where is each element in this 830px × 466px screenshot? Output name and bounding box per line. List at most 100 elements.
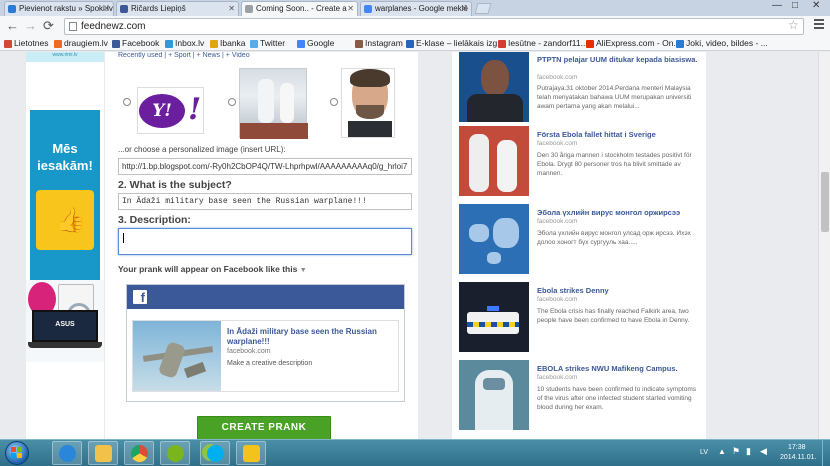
bookmark-aliexpress[interactable]: AliExpress.com - On... (586, 37, 681, 50)
bookmark-gmail[interactable]: Iesūtne - zandorf11... (498, 37, 588, 50)
new-tab-button[interactable] (474, 3, 492, 14)
browser-toolbar: ← → ⟳ feednewz.com (0, 16, 830, 37)
image-radio-portrait[interactable] (330, 98, 338, 106)
image-radio-yahoo[interactable] (123, 98, 131, 106)
windows-taskbar: LV ▲ ⚑ ▮ ◀ 17:38 2014.11.01. (0, 439, 830, 466)
bookmark-ibanka[interactable]: Ibanka (210, 37, 246, 50)
volume-icon[interactable]: ◀ (760, 446, 767, 457)
page-scrollbar[interactable] (818, 52, 830, 439)
bookmark-label: Joki, video, bildes - ... (686, 38, 768, 48)
taskbar-internet-explorer[interactable] (52, 441, 82, 465)
tab-google-search[interactable]: warplanes - Google meklē ✕ (360, 1, 472, 16)
joki-icon (676, 40, 684, 48)
close-tab-icon[interactable]: ✕ (461, 2, 468, 15)
subject-label: 2. What is the subject? (118, 179, 232, 191)
portrait-image[interactable] (341, 68, 395, 138)
clock-time[interactable]: 17:38 (788, 444, 806, 451)
taskbar-skype[interactable] (200, 441, 230, 465)
image-url-input[interactable]: http://1.bp.blogspot.com/-Ry0h2CbOP4Q/TW… (118, 158, 412, 175)
clock-date[interactable]: 2014.11.01. (780, 454, 816, 461)
address-bar[interactable]: feednewz.com (64, 18, 804, 35)
scrollbar-thumb[interactable] (821, 172, 829, 232)
ebola-workers-image[interactable] (239, 68, 308, 139)
map-continent (487, 252, 501, 264)
tray-arrow-icon[interactable]: ▲ (718, 447, 726, 456)
taskbar-folder[interactable] (88, 441, 118, 465)
reload-icon[interactable]: ⟳ (43, 19, 54, 33)
bookmark-draugiem[interactable]: draugiem.lv (54, 37, 108, 50)
bookmark-label: Iesūtne - zandorf11... (508, 38, 588, 48)
news-title[interactable]: Ebola strikes Denny (537, 286, 701, 295)
taskbar-utorrent[interactable] (160, 441, 190, 465)
news-source: facebook.com (537, 296, 578, 303)
bookmark-apps[interactable]: Lietotnes (4, 37, 49, 50)
spoki-favicon-icon (8, 5, 16, 13)
close-tab-icon[interactable]: ✕ (228, 2, 235, 15)
facebook-icon (112, 40, 120, 48)
bookmark-facebook[interactable]: Facebook (112, 37, 159, 50)
utorrent-icon (167, 445, 184, 462)
tab-spoki[interactable]: Pievienot rakstu » Spoki.lv ✕ (4, 1, 114, 16)
preview-description: Make a creative description (227, 360, 313, 367)
news-source: facebook.com (537, 218, 578, 225)
news-title[interactable]: PTPTN pelajar UUM ditukar kepada biasisw… (537, 55, 701, 64)
ad-banner[interactable]: www.rimi.lv Mēs iesakām! 👍 ASUS (26, 52, 104, 439)
google-favicon-icon (364, 5, 372, 13)
taskbar-security[interactable] (236, 441, 266, 465)
news-excerpt: The Ebola crisis has finally reached Fal… (537, 308, 690, 324)
create-prank-button[interactable]: CREATE PRANK (197, 416, 331, 439)
forward-icon[interactable]: → (24, 19, 37, 33)
flag-icon[interactable]: ⚑ (732, 446, 740, 457)
news-title[interactable]: EBOLA strikes NWU Mafikeng Campus. (537, 364, 701, 373)
minimize-icon[interactable]: — (772, 0, 782, 11)
bookmark-google[interactable]: Google (297, 37, 334, 50)
bookmark-label: Facebook (122, 38, 160, 48)
page-viewport: www.rimi.lv Mēs iesakām! 👍 ASUS Recently… (0, 52, 830, 439)
close-window-icon[interactable]: ✕ (812, 0, 820, 11)
bookmark-eklase[interactable]: E-klase – lielākais izg... (406, 37, 504, 50)
taskbar-chrome[interactable] (124, 441, 154, 465)
tab-facebook-profile[interactable]: Ričards Liepiņš ✕ (116, 1, 239, 16)
bookmark-twitter[interactable]: Twitter (250, 37, 285, 50)
tab-label: warplanes - Google meklē (375, 4, 468, 13)
description-input[interactable] (118, 228, 412, 255)
show-desktop-button[interactable] (822, 440, 830, 466)
yahoo-logo-image[interactable]: Y! ! (137, 87, 204, 134)
subject-input[interactable]: In Ādaži military base seen the Russian … (118, 193, 412, 210)
start-button[interactable] (2, 441, 32, 465)
back-icon[interactable]: ← (6, 19, 19, 33)
close-tab-icon[interactable]: ✕ (347, 2, 354, 15)
news-item[interactable]: EBOLA strikes NWU Mafikeng Campus. faceb… (459, 360, 703, 430)
tab-coming-soon[interactable]: Coming Soon.. - Create a ✕ (241, 1, 358, 16)
preview-domain: facebook.com (227, 348, 271, 355)
news-item[interactable]: Första Ebola fallet hittat i Sverige fac… (459, 126, 703, 196)
laptop-screen: ASUS (32, 310, 98, 342)
close-tab-icon[interactable]: ✕ (103, 2, 110, 15)
person-body (467, 94, 523, 122)
description-label: 3. Description: (118, 214, 191, 226)
police-light (487, 306, 499, 311)
bookmark-instagram[interactable]: Instagram (355, 37, 403, 50)
news-item[interactable]: PTPTN pelajar UUM ditukar kepada biasisw… (459, 52, 703, 122)
network-icon[interactable]: ▮ (746, 446, 751, 457)
map-continent (493, 218, 519, 248)
maximize-icon[interactable]: □ (792, 0, 798, 11)
plane-tail (183, 361, 207, 379)
ad-recommend-panel[interactable]: Mēs iesakām! 👍 (26, 110, 104, 280)
chrome-menu-icon[interactable] (814, 19, 824, 29)
news-item[interactable]: Ebola strikes Denny facebook.com The Ebo… (459, 282, 703, 352)
bookmark-joki[interactable]: Joki, video, bildes - ... (676, 37, 768, 50)
image-radio-ebola[interactable] (228, 98, 236, 106)
inbox-icon (165, 40, 173, 48)
news-thumbnail (459, 360, 529, 430)
news-thumbnail (459, 52, 529, 122)
news-title[interactable]: Эбола үхлийн вирус монгол оржирсээ (537, 208, 701, 217)
news-title[interactable]: Första Ebola fallet hittat i Sverige (537, 130, 701, 139)
hazmat-visor (483, 378, 505, 390)
image-category-tabs[interactable]: Recently used | + Sport | + News | + Vid… (118, 52, 250, 59)
bookmark-star-icon[interactable]: ☆ (788, 18, 799, 32)
bookmark-inbox[interactable]: Inbox.lv (165, 37, 204, 50)
news-excerpt: Putrajaya.31 oktober 2014.Perdana menter… (537, 85, 692, 110)
language-indicator[interactable]: LV (700, 449, 708, 456)
news-item[interactable]: Эбола үхлийн вирус монгол оржирсээ faceb… (459, 204, 703, 274)
